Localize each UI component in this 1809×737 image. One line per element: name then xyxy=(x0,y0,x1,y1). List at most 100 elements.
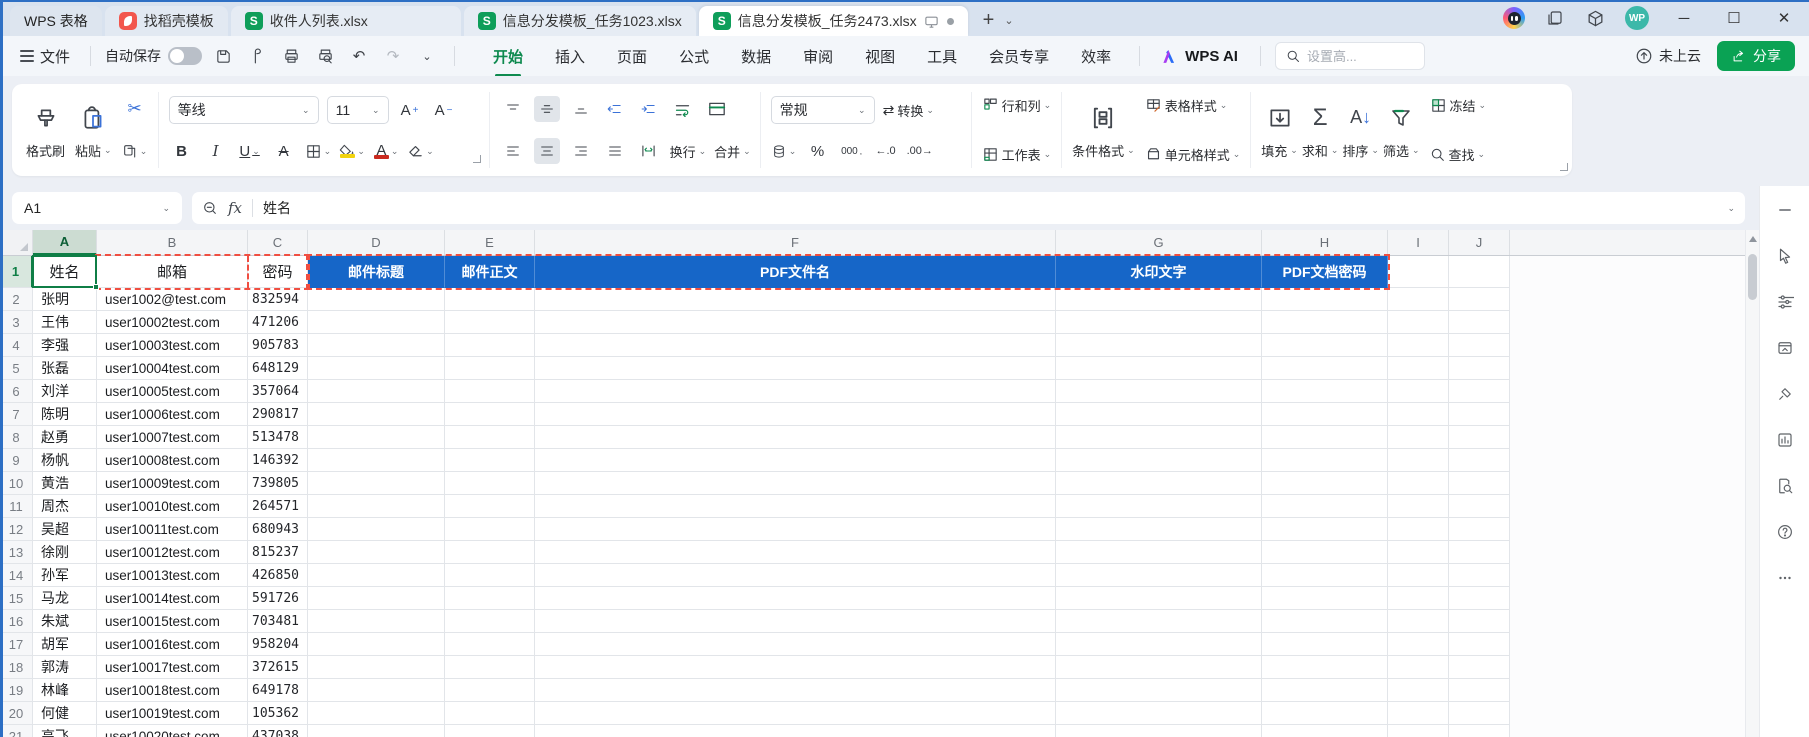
cell-empty[interactable] xyxy=(445,403,535,426)
cell-name[interactable]: 黄浩 xyxy=(33,472,97,495)
quick-access-chevron-icon[interactable]: ⌄ xyxy=(414,43,440,69)
cell-name[interactable]: 张磊 xyxy=(33,357,97,380)
cell-name[interactable]: 赵勇 xyxy=(33,426,97,449)
cell-password[interactable]: 290817 xyxy=(248,403,308,426)
sort-button[interactable]: A ↓ 排序 ⌄ xyxy=(1342,101,1379,160)
cell-empty[interactable] xyxy=(308,357,445,380)
cell-empty[interactable] xyxy=(1056,472,1262,495)
cell-empty[interactable] xyxy=(535,311,1056,334)
scroll-up-icon[interactable] xyxy=(1749,236,1757,242)
cell-empty[interactable] xyxy=(535,403,1056,426)
cell-empty[interactable] xyxy=(1388,426,1449,449)
autosave-toggle[interactable] xyxy=(168,47,203,65)
properties-icon[interactable] xyxy=(1773,290,1797,314)
cell-email[interactable]: user10020test.com xyxy=(97,725,248,737)
print-preview-icon[interactable] xyxy=(312,43,338,69)
justify-icon[interactable] xyxy=(602,138,628,164)
share-button[interactable]: 分享 xyxy=(1717,41,1795,71)
row-header-11[interactable]: 11 xyxy=(0,495,33,518)
cell-password[interactable]: 703481 xyxy=(248,610,308,633)
cell-empty[interactable] xyxy=(1388,564,1449,587)
editing-dialog-launcher-icon[interactable] xyxy=(1560,163,1568,171)
docer-template-tab[interactable]: 找稻壳模板 xyxy=(104,6,228,36)
tools-icon[interactable] xyxy=(1773,382,1797,406)
column-header-A[interactable]: A xyxy=(33,230,97,255)
cell-email[interactable]: user10013test.com xyxy=(97,564,248,587)
ribbon-tab-会员专享[interactable]: 会员专享 xyxy=(975,40,1063,73)
file-menu-button[interactable]: 文件 xyxy=(14,46,76,67)
cell-empty[interactable] xyxy=(535,541,1056,564)
user-avatar[interactable]: WP xyxy=(1625,6,1649,30)
format-painter-button[interactable]: 格式刷 xyxy=(26,101,65,160)
cell-empty[interactable] xyxy=(535,725,1056,737)
vertical-scrollbar[interactable] xyxy=(1745,230,1759,737)
cell-empty[interactable] xyxy=(1388,587,1449,610)
cell-empty[interactable] xyxy=(308,702,445,725)
ribbon-tab-公式[interactable]: 公式 xyxy=(665,40,723,73)
cell-empty[interactable] xyxy=(1056,541,1262,564)
cell-name[interactable]: 李强 xyxy=(33,334,97,357)
cell-empty[interactable] xyxy=(1262,472,1388,495)
wrap-button[interactable]: 换行 ⌄ xyxy=(670,142,707,161)
cell-empty[interactable] xyxy=(1056,610,1262,633)
cell-empty[interactable] xyxy=(1262,288,1388,311)
cell-empty[interactable] xyxy=(1449,288,1510,311)
row-header-12[interactable]: 12 xyxy=(0,518,33,541)
row-header-9[interactable]: 9 xyxy=(0,449,33,472)
rows-cols-button[interactable]: 行和列 ⌄ xyxy=(982,96,1051,115)
cell-empty[interactable] xyxy=(1056,587,1262,610)
fx-icon[interactable]: fx xyxy=(228,199,242,217)
cell-empty[interactable] xyxy=(445,541,535,564)
cell-empty[interactable] xyxy=(535,449,1056,472)
cell-empty[interactable] xyxy=(445,518,535,541)
cell-empty[interactable] xyxy=(535,518,1056,541)
cell-empty[interactable] xyxy=(1262,495,1388,518)
cell-e1-banner[interactable]: 邮件正文 xyxy=(445,256,535,288)
cell-name[interactable]: 徐刚 xyxy=(33,541,97,564)
text-orientation-icon[interactable] xyxy=(636,138,662,164)
cell-email[interactable]: user10009test.com xyxy=(97,472,248,495)
cell-empty[interactable] xyxy=(445,610,535,633)
cell-empty[interactable] xyxy=(1262,426,1388,449)
cell-password[interactable]: 815237 xyxy=(248,541,308,564)
align-center-icon[interactable] xyxy=(533,138,560,164)
cell-empty[interactable] xyxy=(1388,495,1449,518)
cell-empty[interactable] xyxy=(1056,357,1262,380)
bold-button[interactable]: B xyxy=(169,138,195,164)
sum-button[interactable]: Σ 求和 ⌄ xyxy=(1302,101,1339,160)
cell-password[interactable]: 146392 xyxy=(248,449,308,472)
cell-f1-banner[interactable]: PDF文件名 xyxy=(535,256,1056,288)
cell-email[interactable]: user10017test.com xyxy=(97,656,248,679)
cell-empty[interactable] xyxy=(1449,587,1510,610)
cell-password[interactable]: 649178 xyxy=(248,679,308,702)
cell-name[interactable]: 周杰 xyxy=(33,495,97,518)
row-header-15[interactable]: 15 xyxy=(0,587,33,610)
cell-empty[interactable] xyxy=(1056,380,1262,403)
cell-empty[interactable] xyxy=(1388,656,1449,679)
cell-empty[interactable] xyxy=(445,564,535,587)
cell-c1-password-header[interactable]: 密码 xyxy=(248,256,308,288)
cell-empty[interactable] xyxy=(308,449,445,472)
cell-empty[interactable] xyxy=(445,357,535,380)
find-button[interactable]: 查找 ⌄ xyxy=(1430,145,1487,164)
cell-empty[interactable] xyxy=(1262,518,1388,541)
cell-empty[interactable] xyxy=(535,633,1056,656)
cell-empty[interactable] xyxy=(308,541,445,564)
cell-i1[interactable] xyxy=(1388,256,1449,288)
cell-empty[interactable] xyxy=(535,702,1056,725)
cell-empty[interactable] xyxy=(1388,311,1449,334)
cell-empty[interactable] xyxy=(535,495,1056,518)
column-header-J[interactable]: J xyxy=(1449,230,1510,255)
align-left-icon[interactable] xyxy=(500,138,526,164)
scrollbar-thumb[interactable] xyxy=(1748,254,1757,300)
cell-empty[interactable] xyxy=(1449,610,1510,633)
cell-empty[interactable] xyxy=(445,656,535,679)
cell-empty[interactable] xyxy=(1056,403,1262,426)
cell-name[interactable]: 吴超 xyxy=(33,518,97,541)
select-all-corner[interactable] xyxy=(0,230,33,255)
cell-empty[interactable] xyxy=(308,334,445,357)
cell-empty[interactable] xyxy=(535,656,1056,679)
formula-content[interactable]: 姓名 xyxy=(263,198,1717,218)
align-top-icon[interactable] xyxy=(500,96,526,122)
cell-empty[interactable] xyxy=(445,679,535,702)
